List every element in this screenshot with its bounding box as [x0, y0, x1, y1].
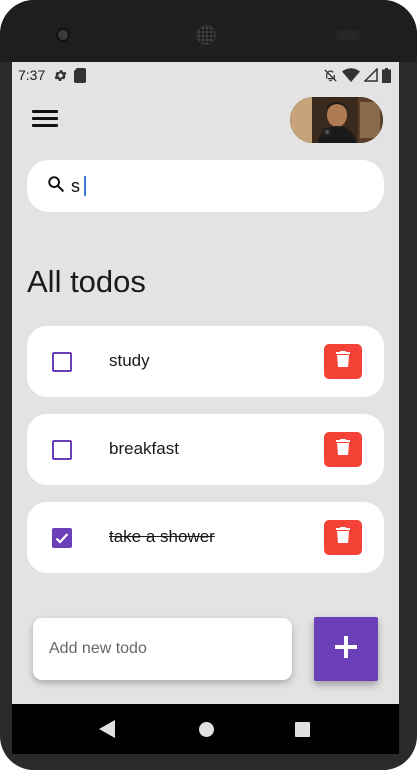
search-icon: [47, 175, 65, 198]
system-nav-bar: [12, 704, 399, 754]
cell-signal-icon: [364, 68, 378, 82]
phone-bottom-bezel: [0, 754, 417, 770]
todo-item: breakfast: [27, 414, 384, 485]
hamburger-menu-icon[interactable]: [26, 104, 60, 134]
todo-item: take a shower: [27, 502, 384, 573]
todo-label: take a shower: [109, 527, 215, 546]
trash-icon: [336, 439, 350, 460]
delete-todo-button[interactable]: [324, 344, 362, 379]
status-bar: 7:37: [12, 62, 399, 88]
battery-icon: [382, 67, 391, 83]
app-bar: [12, 92, 399, 150]
gear-icon: [53, 68, 68, 83]
todo-list: study breakfast take a shower: [27, 326, 384, 590]
phone-frame: 7:37 s All todos study breakfast take a …: [0, 0, 417, 770]
recents-button[interactable]: [295, 722, 310, 737]
todo-item: study: [27, 326, 384, 397]
wifi-icon: [342, 68, 360, 82]
status-time: 7:37: [18, 67, 46, 83]
trash-icon: [336, 351, 350, 372]
todo-label: breakfast: [109, 439, 179, 458]
text-cursor: [84, 176, 86, 196]
user-avatar[interactable]: [290, 97, 383, 143]
plus-icon: [335, 635, 357, 663]
home-button[interactable]: [199, 722, 214, 737]
new-todo-input[interactable]: [49, 640, 279, 658]
todo-checkbox[interactable]: [52, 352, 72, 372]
back-button[interactable]: [99, 720, 115, 743]
app-screen: 7:37 s All todos study breakfast take a …: [12, 62, 399, 704]
earpiece-speaker: [196, 25, 216, 45]
search-input[interactable]: [71, 175, 83, 197]
search-bar[interactable]: [27, 160, 384, 212]
proximity-sensor: [336, 30, 360, 40]
todo-checkbox[interactable]: [52, 440, 72, 460]
phone-top-bezel: [0, 0, 417, 62]
add-todo-button[interactable]: [314, 617, 378, 681]
sd-card-icon: [74, 67, 87, 83]
delete-todo-button[interactable]: [324, 520, 362, 555]
trash-icon: [336, 527, 350, 548]
section-title: All todos: [27, 264, 146, 299]
do-not-disturb-icon: [323, 68, 338, 83]
todo-label: study: [109, 351, 150, 370]
todo-checkbox[interactable]: [52, 528, 72, 548]
front-camera: [56, 28, 70, 42]
delete-todo-button[interactable]: [324, 432, 362, 467]
new-todo-field[interactable]: [33, 618, 292, 680]
